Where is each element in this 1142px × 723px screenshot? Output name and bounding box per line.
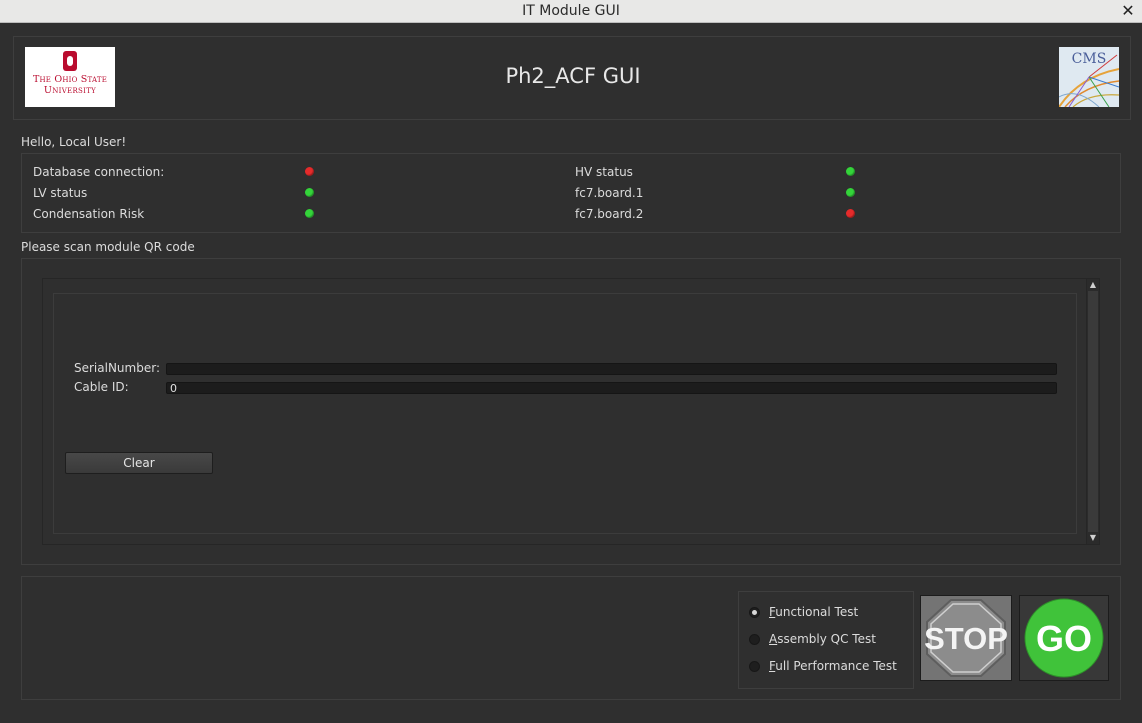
scan-scroll-area[interactable]: SerialNumber: Cable ID: 0 Clear ▲ ▼ xyxy=(42,278,1100,545)
database-status-led xyxy=(305,167,314,176)
assembly-qc-test-label: ssembly QC Test xyxy=(777,632,876,646)
serial-number-input[interactable] xyxy=(166,363,1057,375)
test-type-group: Functional Test Assembly QC Test Full Pe… xyxy=(738,591,914,689)
go-label: GO xyxy=(1036,618,1092,659)
fc7-board-1-led xyxy=(846,188,855,197)
status-panel: Database connection: LV status Condensat… xyxy=(21,153,1121,233)
assembly-qc-test-mnemonic: A xyxy=(769,632,778,646)
title-bar: IT Module GUI ✕ xyxy=(0,0,1142,23)
radio-indicator-checked[interactable] xyxy=(749,607,760,618)
test-control-panel: Functional Test Assembly QC Test Full Pe… xyxy=(21,576,1121,700)
main-window: The Ohio State University Ph2_ACF GUI CM… xyxy=(0,23,1142,723)
condensation-risk-led xyxy=(305,209,314,218)
cms-logo-text: CMS xyxy=(1071,51,1107,67)
vertical-scrollbar[interactable]: ▲ ▼ xyxy=(1086,279,1099,544)
lv-status-led xyxy=(305,188,314,197)
scrollbar-handle[interactable] xyxy=(1088,291,1098,532)
scan-form: SerialNumber: Cable ID: 0 Clear xyxy=(53,293,1077,534)
stop-button[interactable]: STOP xyxy=(920,595,1012,681)
cable-id-input[interactable]: 0 xyxy=(166,382,1057,395)
status-label-database: Database connection: xyxy=(33,165,165,179)
hv-status-led xyxy=(846,167,855,176)
clear-button[interactable]: Clear xyxy=(65,452,213,474)
serial-number-label: SerialNumber: xyxy=(74,361,160,375)
go-circle-icon: GO xyxy=(1024,598,1104,678)
cable-id-label: Cable ID: xyxy=(74,380,129,394)
close-icon[interactable]: ✕ xyxy=(1120,0,1136,22)
status-label-lv: LV status xyxy=(33,186,88,200)
window-title: IT Module GUI xyxy=(522,3,620,19)
scroll-up-icon[interactable]: ▲ xyxy=(1087,279,1099,291)
app-title: Ph2_ACF GUI xyxy=(505,64,641,88)
scan-panel: SerialNumber: Cable ID: 0 Clear ▲ ▼ xyxy=(21,258,1121,565)
full-performance-test-label: ull Performance Test xyxy=(775,659,897,673)
scan-prompt: Please scan module QR code xyxy=(21,240,195,254)
scroll-down-icon[interactable]: ▼ xyxy=(1087,532,1099,544)
header-panel: The Ohio State University Ph2_ACF GUI CM… xyxy=(13,36,1131,120)
stop-sign-icon: STOP xyxy=(924,599,1008,677)
status-label-fc7-board-1: fc7.board.1 xyxy=(575,186,644,200)
status-label-fc7-board-2: fc7.board.2 xyxy=(575,207,644,221)
status-label-condensation: Condensation Risk xyxy=(33,207,145,221)
fc7-board-2-led xyxy=(846,209,855,218)
radio-indicator[interactable] xyxy=(749,661,760,672)
functional-test-label: unctional Test xyxy=(775,605,859,619)
radio-indicator[interactable] xyxy=(749,634,760,645)
cms-logo: CMS xyxy=(1059,47,1119,107)
go-button[interactable]: GO xyxy=(1019,595,1109,681)
greeting-text: Hello, Local User! xyxy=(21,135,127,149)
stop-label: STOP xyxy=(924,621,1008,656)
status-label-hv: HV status xyxy=(575,165,633,179)
